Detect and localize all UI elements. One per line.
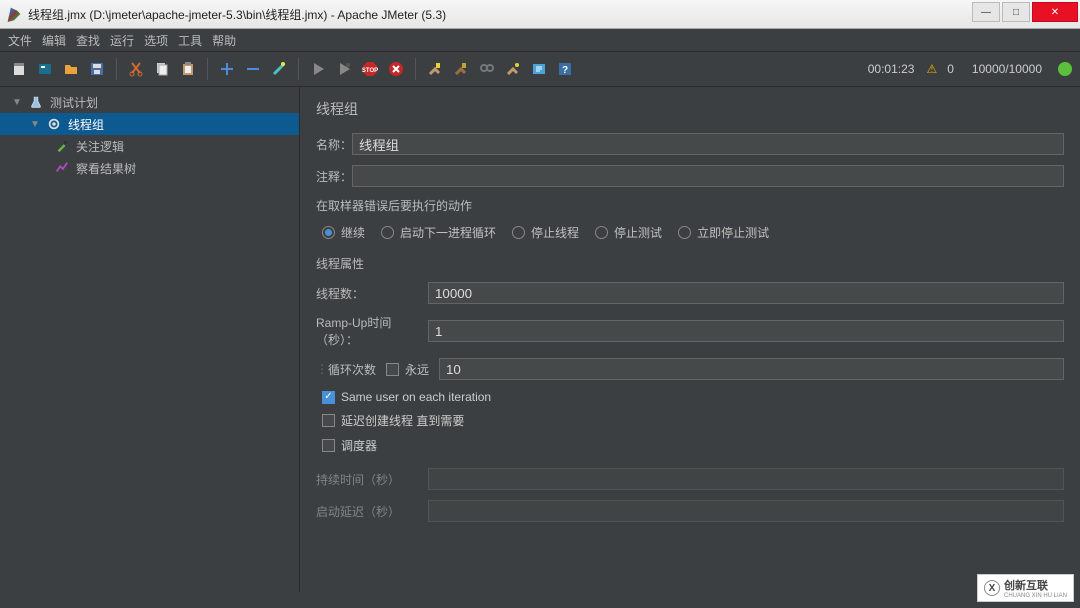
gear-icon <box>46 116 62 132</box>
comment-label: 注释： <box>316 168 352 185</box>
menu-tools[interactable]: 工具 <box>178 32 202 49</box>
loops-input[interactable] <box>439 358 1064 380</box>
checkbox-icon <box>322 391 335 404</box>
chart-icon <box>54 160 70 176</box>
clear-icon[interactable] <box>424 58 446 80</box>
duration-input <box>428 468 1064 490</box>
copy-icon[interactable] <box>151 58 173 80</box>
radio-icon <box>322 226 335 239</box>
tree-node-thread-group[interactable]: ▼ 线程组 <box>0 113 299 135</box>
radio-icon <box>381 226 394 239</box>
startup-delay-input <box>428 500 1064 522</box>
minimize-button[interactable]: — <box>972 2 1000 22</box>
tree-label: 线程组 <box>68 116 104 133</box>
radio-stop-test[interactable]: 停止测试 <box>595 224 662 241</box>
name-input[interactable] <box>352 133 1064 155</box>
threads-input[interactable] <box>428 282 1064 304</box>
rampup-label: Ramp-Up时间（秒）： <box>316 314 428 348</box>
panel-heading: 线程组 <box>316 99 1064 119</box>
new-file-icon[interactable] <box>8 58 30 80</box>
thread-props-heading: 线程属性 <box>316 255 1064 272</box>
toggle-icon[interactable] <box>268 58 290 80</box>
duration-label: 持续时间（秒） <box>316 471 428 488</box>
templates-icon[interactable] <box>34 58 56 80</box>
radio-continue[interactable]: 继续 <box>322 224 365 241</box>
editor-panel: 线程组 名称： 注释： 在取样器错误后要执行的动作 继续 启动下一进程循环 停止… <box>300 87 1080 592</box>
threads-label: 线程数： <box>316 285 428 302</box>
help-icon[interactable]: ? <box>554 58 576 80</box>
paste-icon[interactable] <box>177 58 199 80</box>
reset-search-icon[interactable] <box>502 58 524 80</box>
tree-label: 察看结果树 <box>76 160 136 177</box>
start-no-timers-icon[interactable] <box>333 58 355 80</box>
menu-search[interactable]: 查找 <box>76 32 100 49</box>
scheduler-row[interactable]: 调度器 <box>322 437 1064 454</box>
elapsed-time: 00:01:23 <box>868 62 915 76</box>
shutdown-icon[interactable] <box>385 58 407 80</box>
clear-all-icon[interactable] <box>450 58 472 80</box>
radio-icon <box>678 226 691 239</box>
rampup-input[interactable] <box>428 320 1064 342</box>
save-icon[interactable] <box>86 58 108 80</box>
expand-icon[interactable] <box>216 58 238 80</box>
forever-label: 永远 <box>405 361 429 378</box>
checkbox-icon <box>322 439 335 452</box>
test-plan-tree: ▼ 测试计划 ▼ 线程组 关注逻辑 察看结果树 <box>0 87 300 592</box>
same-user-row[interactable]: Same user on each iteration <box>322 390 1064 404</box>
window-title: 线程组.jmx (D:\jmeter\apache-jmeter-5.3\bin… <box>28 6 446 23</box>
warning-icon[interactable]: ⚠ <box>926 62 937 76</box>
error-count: 0 <box>947 62 954 76</box>
search-icon[interactable] <box>476 58 498 80</box>
cut-icon[interactable] <box>125 58 147 80</box>
startup-delay-label: 启动延迟（秒） <box>316 503 428 520</box>
watermark-logo-icon: X <box>984 580 1000 596</box>
tree-label: 关注逻辑 <box>76 138 124 155</box>
chevron-down-icon[interactable]: ▼ <box>12 97 22 108</box>
chevron-down-icon[interactable]: ▼ <box>30 119 40 130</box>
menu-file[interactable]: 文件 <box>8 32 32 49</box>
status-indicator-icon <box>1058 62 1072 76</box>
maximize-button[interactable]: □ <box>1002 2 1030 22</box>
dropper-icon <box>54 138 70 154</box>
comment-input[interactable] <box>352 165 1064 187</box>
menu-run[interactable]: 运行 <box>110 32 134 49</box>
grip-icon[interactable]: ⋮ <box>316 362 324 376</box>
menu-options[interactable]: 选项 <box>144 32 168 49</box>
name-label: 名称： <box>316 136 352 153</box>
radio-stop-thread[interactable]: 停止线程 <box>512 224 579 241</box>
tree-node-sampler[interactable]: 关注逻辑 <box>0 135 299 157</box>
jmeter-feather-icon <box>6 6 22 22</box>
tree-node-results-tree[interactable]: 察看结果树 <box>0 157 299 179</box>
tree-label: 测试计划 <box>50 94 98 111</box>
onerror-heading: 在取样器错误后要执行的动作 <box>316 197 1064 214</box>
radio-icon <box>512 226 525 239</box>
checkbox-icon <box>322 414 335 427</box>
start-icon[interactable] <box>307 58 329 80</box>
stop-icon[interactable]: STOP <box>359 58 381 80</box>
thread-ratio: 10000/10000 <box>972 62 1042 76</box>
window-titlebar: 线程组.jmx (D:\jmeter\apache-jmeter-5.3\bin… <box>0 0 1080 29</box>
radio-stop-test-now[interactable]: 立即停止测试 <box>678 224 769 241</box>
forever-checkbox[interactable] <box>386 363 399 376</box>
beaker-icon <box>28 94 44 110</box>
svg-text:STOP: STOP <box>362 68 378 74</box>
watermark: X 创新互联 CHUANG XIN HU LIAN <box>977 574 1074 602</box>
radio-next-loop[interactable]: 启动下一进程循环 <box>381 224 496 241</box>
svg-text:?: ? <box>562 65 568 76</box>
loops-label: 循环次数 <box>328 361 386 378</box>
function-helper-icon[interactable] <box>528 58 550 80</box>
collapse-icon[interactable] <box>242 58 264 80</box>
open-file-icon[interactable] <box>60 58 82 80</box>
delay-create-row[interactable]: 延迟创建线程 直到需要 <box>322 412 1064 429</box>
close-button[interactable]: ✕ <box>1032 2 1078 22</box>
toolbar: STOP ? 00:01:23 ⚠ 0 10000/10000 <box>0 51 1080 87</box>
tree-node-test-plan[interactable]: ▼ 测试计划 <box>0 91 299 113</box>
menu-bar: 文件 编辑 查找 运行 选项 工具 帮助 <box>0 29 1080 51</box>
onerror-radio-group: 继续 启动下一进程循环 停止线程 停止测试 立即停止测试 <box>316 224 1064 241</box>
menu-help[interactable]: 帮助 <box>212 32 236 49</box>
radio-icon <box>595 226 608 239</box>
menu-edit[interactable]: 编辑 <box>42 32 66 49</box>
